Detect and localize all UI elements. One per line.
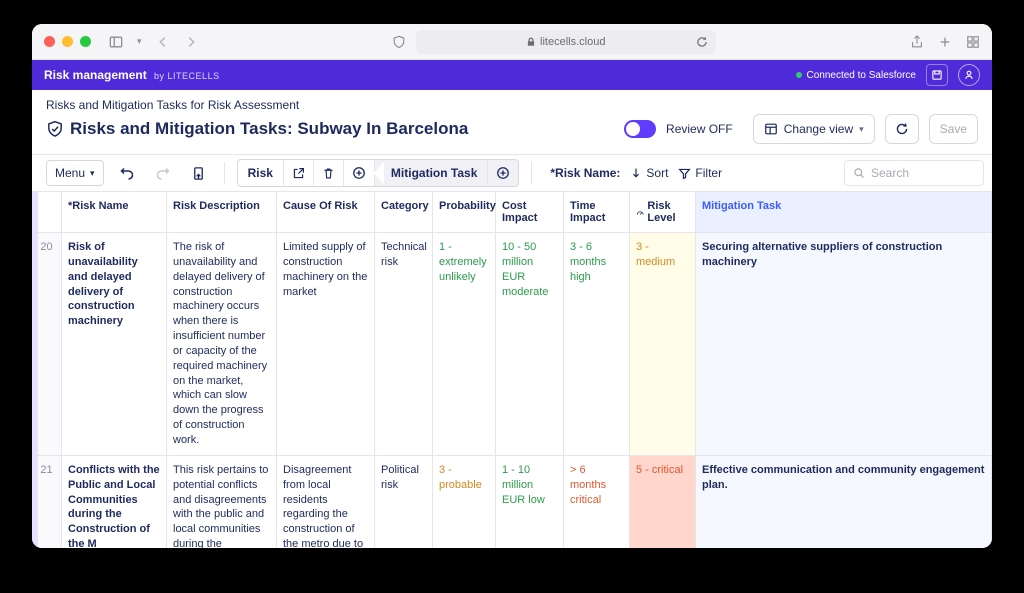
search-input[interactable]: Search <box>844 160 984 186</box>
plus-circle-icon <box>496 166 510 180</box>
cell-risk-description[interactable]: The risk of unavailability and delayed d… <box>167 233 277 456</box>
change-view-button[interactable]: Change view ▾ <box>753 114 875 144</box>
col-category[interactable]: Category <box>375 192 433 233</box>
add-risk-button[interactable] <box>344 160 375 186</box>
data-grid: *Risk Name Risk Description Cause Of Ris… <box>32 192 992 548</box>
window-controls <box>44 36 91 47</box>
risk-name-label: *Risk Name: <box>550 166 620 180</box>
col-mitigation[interactable]: Mitigation Task <box>696 192 992 233</box>
review-toggle[interactable] <box>624 120 656 138</box>
trash-icon <box>322 167 335 180</box>
app-window: ▾ litecells.cloud Risk management by LIT… <box>32 24 992 548</box>
new-tab-icon[interactable] <box>938 35 952 49</box>
breadcrumb[interactable]: Risks and Mitigation Tasks for Risk Asse… <box>46 98 978 112</box>
address-url: litecells.cloud <box>540 36 605 48</box>
left-gutter <box>32 192 38 548</box>
share-icon[interactable] <box>910 35 924 49</box>
close-window-button[interactable] <box>44 36 55 47</box>
sort-button[interactable]: Sort <box>630 166 668 180</box>
cell-risk-level[interactable]: 5 - critical <box>630 456 696 548</box>
cell-time[interactable]: 3 - 6 months high <box>564 233 630 456</box>
cell-risk-name[interactable]: Risk of unavailability and delayed deliv… <box>62 233 167 456</box>
col-risk-description[interactable]: Risk Description <box>167 192 277 233</box>
external-link-icon <box>292 167 305 180</box>
app-brand-name: Risk management <box>44 68 147 82</box>
address-bar[interactable]: litecells.cloud <box>416 30 716 54</box>
col-cost-impact[interactable]: Cost Impact <box>496 192 564 233</box>
shield-check-icon <box>46 120 64 138</box>
sort-down-icon <box>630 167 642 179</box>
browser-titlebar: ▾ litecells.cloud <box>32 24 992 60</box>
search-icon <box>853 167 865 179</box>
cell-category[interactable]: Political risk <box>375 456 433 548</box>
layout-icon <box>764 122 778 136</box>
cell-category[interactable]: Technical risk <box>375 233 433 456</box>
toolbar: Menu▾ Risk Mitigation Task *Risk Name: S… <box>32 154 992 192</box>
refresh-icon <box>895 122 909 136</box>
chevron-down-icon: ▾ <box>859 124 864 135</box>
chevron-down-icon[interactable]: ▾ <box>137 36 142 47</box>
export-button[interactable] <box>186 160 212 186</box>
page-header: Risks and Mitigation Tasks for Risk Asse… <box>32 90 992 154</box>
cell-cost[interactable]: 1 - 10 million EUR low <box>496 456 564 548</box>
page-title: Risks and Mitigation Tasks: Subway In Ba… <box>70 119 468 139</box>
cell-risk-level[interactable]: 3 - medium <box>630 233 696 456</box>
plus-circle-icon <box>352 166 366 180</box>
entity-segments: Risk Mitigation Task <box>237 159 520 187</box>
user-avatar[interactable] <box>958 64 980 86</box>
cell-risk-description[interactable]: This risk pertains to potential conflict… <box>167 456 277 548</box>
reload-icon[interactable] <box>696 36 708 48</box>
tabs-overview-icon[interactable] <box>966 35 980 49</box>
address-area: litecells.cloud <box>198 30 910 54</box>
back-button[interactable] <box>156 35 170 49</box>
titlebar-left-icons: ▾ <box>109 35 198 49</box>
cell-time[interactable]: > 6 months critical <box>564 456 630 548</box>
col-cause[interactable]: Cause Of Risk <box>277 192 375 233</box>
cell-mitigation[interactable]: Effective communication and community en… <box>696 456 992 548</box>
add-mitigation-button[interactable] <box>488 160 518 186</box>
app-brand: Risk management by LITECELLS <box>44 68 220 82</box>
titlebar-right-icons <box>910 35 980 49</box>
app-brand-by: by LITECELLS <box>154 71 220 81</box>
cell-cause[interactable]: Disagreement from local residents regard… <box>277 456 375 548</box>
cell-probability[interactable]: 3 - probable <box>433 456 496 548</box>
col-risk-level[interactable]: Risk Level <box>630 192 696 233</box>
mitigation-segment[interactable]: Mitigation Task <box>375 160 488 186</box>
filter-icon <box>678 167 691 180</box>
undo-button[interactable] <box>114 160 140 186</box>
menu-button[interactable]: Menu▾ <box>46 160 104 186</box>
cell-cause[interactable]: Limited supply of construction machinery… <box>277 233 375 456</box>
lock-icon <box>526 37 536 47</box>
cell-probability[interactable]: 1 - extremely unlikely <box>433 233 496 456</box>
chevron-down-icon: ▾ <box>90 168 95 179</box>
filter-button[interactable]: Filter <box>678 166 722 180</box>
col-probability[interactable]: Probability <box>433 192 496 233</box>
connection-status: Connected to Salesforce <box>796 70 916 81</box>
refresh-button[interactable] <box>885 114 919 144</box>
app-bar: Risk management by LITECELLS Connected t… <box>32 60 992 90</box>
cell-mitigation[interactable]: Securing alternative suppliers of constr… <box>696 233 992 456</box>
cell-cost[interactable]: 10 - 50 million EUR moderate <box>496 233 564 456</box>
save-button[interactable]: Save <box>929 114 978 144</box>
review-label: Review OFF <box>666 122 733 136</box>
gauge-icon <box>636 207 644 218</box>
forward-button[interactable] <box>184 35 198 49</box>
cell-risk-name[interactable]: Conflicts with the Public and Local Comm… <box>62 456 167 548</box>
open-external-button[interactable] <box>284 160 314 186</box>
maximize-window-button[interactable] <box>80 36 91 47</box>
save-state-icon[interactable] <box>926 64 948 86</box>
delete-button[interactable] <box>314 160 344 186</box>
col-time-impact[interactable]: Time Impact <box>564 192 630 233</box>
sidebar-toggle-icon[interactable] <box>109 35 123 49</box>
shield-icon[interactable] <box>392 35 406 49</box>
redo-button[interactable] <box>150 160 176 186</box>
risk-segment[interactable]: Risk <box>238 160 284 186</box>
search-placeholder: Search <box>871 166 909 180</box>
minimize-window-button[interactable] <box>62 36 73 47</box>
col-risk-name[interactable]: *Risk Name <box>62 192 167 233</box>
